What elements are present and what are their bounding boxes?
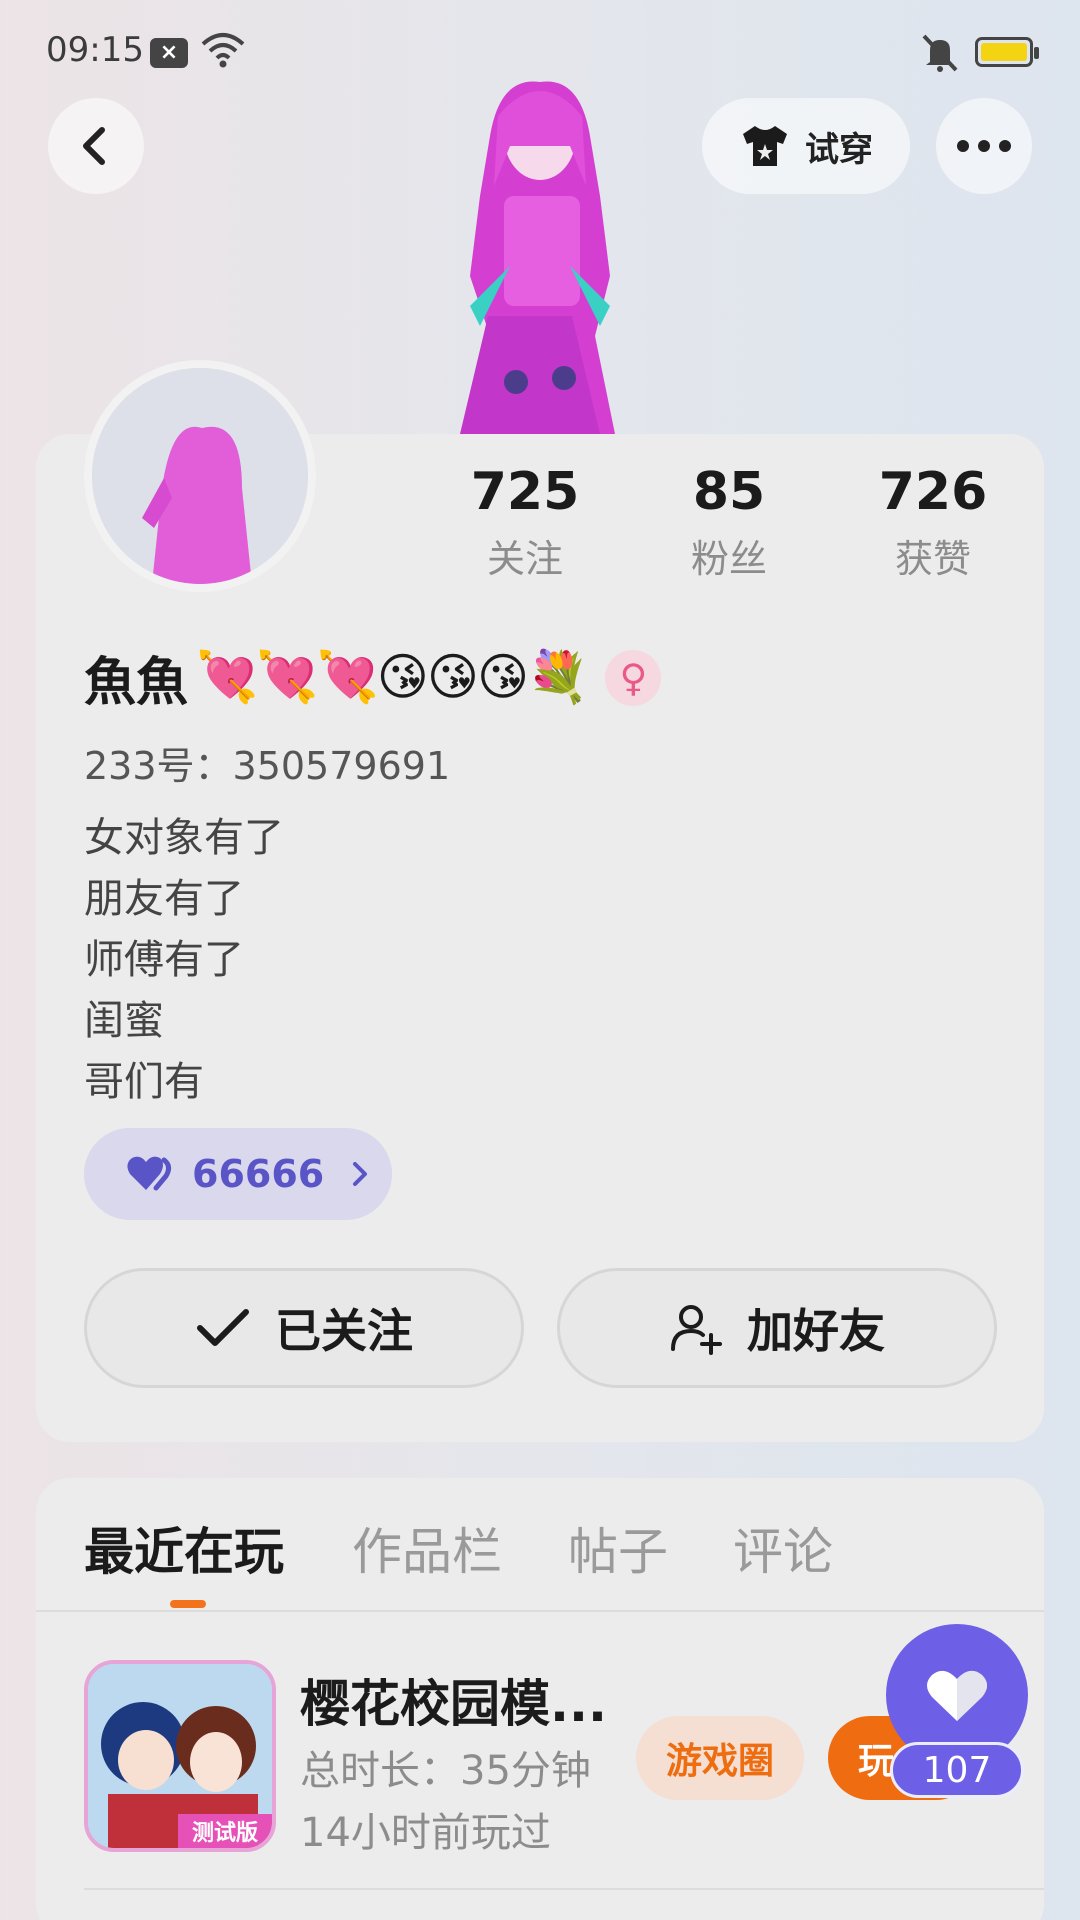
more-dots-icon (957, 140, 1011, 152)
try-on-label: 试穿 (805, 129, 873, 170)
stat-followers-value: 85 (692, 462, 766, 522)
followed-button[interactable]: 已关注 (84, 1268, 524, 1388)
nickname-text: 魚魚 (84, 653, 189, 713)
try-on-button[interactable]: 试穿 (702, 98, 910, 194)
like-count: 107 (890, 1742, 1024, 1798)
bio-line: 哥们有 (84, 1059, 204, 1105)
wifi-icon (201, 33, 245, 68)
avatar[interactable] (84, 360, 316, 592)
stat-likes-label: 获赞 (894, 537, 971, 581)
tab-works[interactable]: 作品栏 (352, 1512, 502, 1584)
notification-icon: × (150, 38, 188, 68)
nickname-emojis: 💘💘💘😘😘😘💐 (196, 648, 589, 706)
more-button[interactable] (936, 98, 1032, 194)
bio: 女对象有了 朋友有了 师傅有了 闺蜜 哥们有 (84, 808, 284, 1113)
tab-indicator (170, 1600, 206, 1608)
game-circle-button[interactable]: 游戏圈 (636, 1716, 804, 1800)
chevron-right-icon (353, 1162, 368, 1186)
tab-posts[interactable]: 帖子 (568, 1512, 668, 1584)
double-heart-icon (127, 1156, 172, 1191)
tab-comments[interactable]: 评论 (733, 1512, 833, 1584)
nickname: 魚魚 💘💘💘😘😘😘💐 ♀ (84, 640, 662, 715)
divider (84, 1888, 1044, 1890)
add-friend-label: 加好友 (747, 1304, 885, 1358)
stat-likes[interactable]: 726 获赞 (848, 462, 1018, 583)
stats: 725 关注 85 粉丝 726 获赞 (440, 462, 1040, 592)
status-time: 09:15 (46, 30, 144, 70)
game-icon-image: 测试版 (88, 1664, 272, 1848)
tshirt-icon (743, 126, 787, 166)
stat-following-value: 725 (470, 462, 580, 522)
divider (36, 1610, 1044, 1612)
add-user-icon (671, 1305, 722, 1355)
female-icon: ♀ (605, 649, 662, 706)
add-friend-button[interactable]: 加好友 (557, 1268, 997, 1388)
bio-line: 闺蜜 (84, 998, 164, 1044)
user-id: 233号：350579691 (84, 744, 451, 788)
mute-bell-icon (922, 34, 958, 72)
check-icon (197, 1309, 249, 1346)
stat-following[interactable]: 725 关注 (440, 462, 610, 583)
game-icon-badge: 测试版 (192, 1821, 258, 1846)
stat-followers[interactable]: 85 粉丝 (644, 462, 814, 583)
stat-following-label: 关注 (486, 537, 563, 581)
bio-line: 女对象有了 (84, 815, 284, 861)
stat-followers-label: 粉丝 (690, 537, 767, 581)
game-title[interactable]: 樱花校园模... (300, 1664, 607, 1736)
game-icon[interactable]: 测试版 (84, 1660, 276, 1852)
avatar-image (92, 368, 308, 584)
game-duration: 总时长：35分钟 (300, 1748, 591, 1794)
followed-label: 已关注 (275, 1304, 413, 1358)
heart-icon (927, 1670, 987, 1721)
back-button[interactable] (48, 98, 144, 194)
tab-recent-play[interactable]: 最近在玩 (84, 1512, 284, 1584)
chevron-left-icon (83, 127, 105, 165)
battery-icon (975, 37, 1039, 67)
avatar-figure-image (460, 81, 615, 434)
game-last-played: 14小时前玩过 (300, 1810, 551, 1856)
bio-line: 师傅有了 (84, 937, 244, 983)
stat-likes-value: 726 (878, 462, 988, 522)
like-pill-button[interactable]: 66666 (84, 1128, 392, 1220)
bio-line: 朋友有了 (84, 876, 244, 922)
like-pill-value: 66666 (192, 1152, 325, 1196)
